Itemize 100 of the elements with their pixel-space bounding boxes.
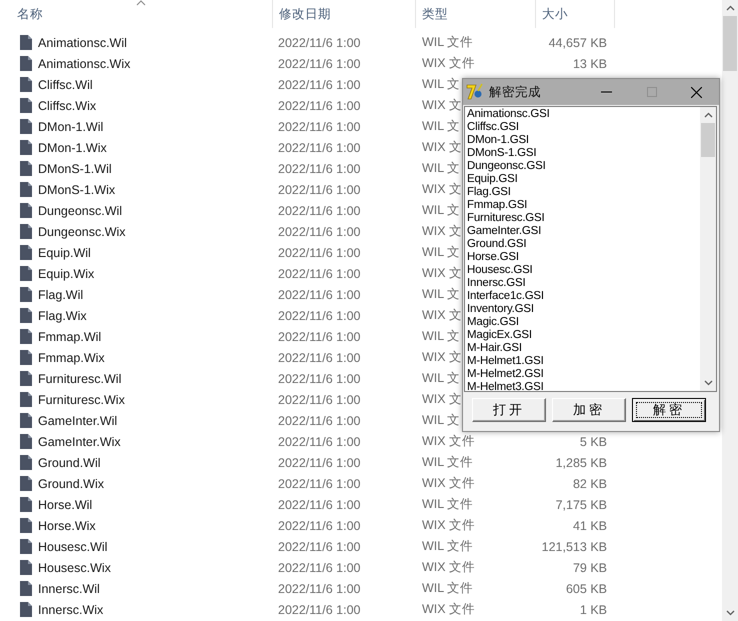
date-cell: 2022/11/6 1:00 (278, 288, 360, 302)
list-item[interactable]: M-Helmet2.GSI (467, 368, 700, 381)
list-item[interactable]: M-Hair.GSI (467, 342, 700, 355)
list-item[interactable]: Interface1c.GSI (467, 290, 700, 303)
logo-icon (466, 83, 484, 101)
file-icon (20, 329, 32, 344)
file-name[interactable]: Fmmap.Wix (38, 350, 105, 364)
file-name[interactable]: DMon-1.Wil (38, 120, 104, 134)
file-icon (20, 266, 32, 281)
file-name[interactable]: Ground.Wix (38, 476, 104, 490)
file-name[interactable]: Housesc.Wix (38, 560, 111, 574)
date-cell: 2022/11/6 1:00 (278, 182, 360, 196)
file-name[interactable]: Innersc.Wil (38, 582, 100, 596)
type-cell: WIX 文 (422, 97, 462, 114)
file-name[interactable]: Furnituresc.Wix (38, 392, 125, 406)
size-cell: 13 KB (572, 56, 607, 70)
file-name[interactable]: Ground.Wil (38, 456, 101, 470)
size-cell: 121,513 KB (542, 540, 607, 554)
list-item[interactable]: Cliffsc.GSI (467, 121, 700, 134)
list-item[interactable]: Flag.GSI (467, 186, 700, 199)
date-cell: 2022/11/6 1:00 (278, 98, 360, 112)
scroll-thumb[interactable] (723, 16, 737, 71)
file-name[interactable]: Cliffsc.Wix (38, 98, 96, 112)
file-name[interactable]: Flag.Wix (38, 308, 87, 322)
list-item[interactable]: Housesc.GSI (467, 264, 700, 277)
file-name[interactable]: Flag.Wil (38, 288, 84, 302)
list-item[interactable]: M-Helmet1.GSI (467, 355, 700, 368)
file-icon (20, 224, 32, 239)
date-cell: 2022/11/6 1:00 (278, 582, 360, 596)
list-item[interactable]: DMonS-1.GSI (467, 147, 700, 160)
list-item[interactable]: Ground.GSI (467, 238, 700, 251)
scroll-down-icon[interactable] (726, 610, 734, 616)
file-icon (20, 56, 32, 71)
list-item[interactable]: Horse.GSI (467, 251, 700, 264)
scrollbar[interactable] (722, 0, 738, 621)
file-icon (20, 245, 32, 260)
list-item[interactable]: Innersc.GSI (467, 277, 700, 290)
file-icon (20, 518, 32, 533)
list-item[interactable]: MagicEx.GSI (467, 329, 700, 342)
list-item[interactable]: Inventory.GSI (467, 303, 700, 316)
date-cell: 2022/11/6 1:00 (278, 372, 360, 386)
list-item[interactable]: DMon-1.GSI (467, 134, 700, 147)
type-cell: WIL 文 (422, 118, 460, 135)
file-name[interactable]: Cliffsc.Wil (38, 78, 93, 92)
list-item[interactable]: Dungeonsc.GSI (467, 160, 700, 173)
file-name[interactable]: Furnituresc.Wil (38, 372, 122, 386)
file-name[interactable]: Dungeonsc.Wix (38, 224, 126, 238)
scroll-thumb[interactable] (701, 123, 715, 157)
file-listbox[interactable] (464, 106, 717, 392)
file-name[interactable]: DMonS-1.Wix (38, 182, 116, 196)
list-item[interactable]: Equip.GSI (467, 173, 700, 186)
list-item[interactable]: GameInter.GSI (467, 225, 700, 238)
list-item[interactable]: Animationsc.GSI (467, 108, 700, 121)
file-icon (20, 182, 32, 197)
column-header[interactable]: 名称 (0, 0, 272, 28)
list-item[interactable]: Furnituresc.GSI (467, 212, 700, 225)
list-item[interactable]: Fmmap.GSI (467, 199, 700, 212)
date-cell: 2022/11/6 1:00 (278, 140, 360, 154)
scroll-up-icon[interactable] (726, 5, 734, 11)
file-name[interactable]: DMonS-1.Wil (38, 162, 112, 176)
type-cell: WIX 文 (422, 223, 462, 240)
file-icon (20, 119, 32, 134)
file-name[interactable]: Housesc.Wil (38, 540, 108, 554)
type-cell: WIX 文 (422, 265, 462, 282)
file-icon (20, 476, 32, 491)
scrollbar[interactable] (700, 107, 716, 391)
dialog-button[interactable]: 解密 (632, 398, 706, 422)
file-name[interactable]: Equip.Wix (38, 266, 94, 280)
list-item[interactable]: Magic.GSI (467, 316, 700, 329)
file-name[interactable]: Innersc.Wix (38, 602, 104, 616)
dialog-button[interactable]: 打开 (472, 398, 546, 422)
file-name[interactable]: Equip.Wil (38, 246, 91, 260)
column-header[interactable]: 修改日期 (272, 0, 415, 28)
file-name[interactable]: Fmmap.Wil (38, 330, 102, 344)
dialog-button[interactable]: 加密 (552, 398, 626, 422)
column-header[interactable]: 大小 (535, 0, 615, 28)
file-name[interactable]: Horse.Wil (38, 498, 92, 512)
file-name[interactable]: DMon-1.Wix (38, 140, 107, 154)
date-cell: 2022/11/6 1:00 (278, 308, 360, 322)
date-cell: 2022/11/6 1:00 (278, 78, 360, 92)
type-cell: WIL 文 (422, 244, 460, 261)
column-header[interactable]: 类型 (415, 0, 535, 28)
type-cell: WIL 文件 (422, 580, 474, 597)
scroll-down-icon[interactable] (704, 380, 712, 386)
size-cell: 82 KB (572, 476, 607, 490)
file-name[interactable]: Animationsc.Wix (38, 56, 130, 70)
file-name[interactable]: Dungeonsc.Wil (38, 204, 122, 218)
file-icon (20, 581, 32, 596)
type-cell: WIX 文件 (422, 601, 476, 618)
list-item[interactable]: M-Helmet3.GSI (467, 381, 700, 391)
type-cell: WIL 文 (422, 286, 460, 303)
type-cell: WIL 文 (422, 412, 460, 429)
file-name[interactable]: GameInter.Wil (38, 414, 118, 428)
date-cell: 2022/11/6 1:00 (278, 120, 360, 134)
scroll-up-icon[interactable] (704, 112, 712, 118)
file-name[interactable]: Horse.Wix (38, 518, 96, 532)
type-cell: WIX 文件 (422, 559, 476, 576)
file-name[interactable]: GameInter.Wix (38, 434, 121, 448)
file-name[interactable]: Animationsc.Wil (38, 36, 127, 50)
file-icon (20, 497, 32, 512)
